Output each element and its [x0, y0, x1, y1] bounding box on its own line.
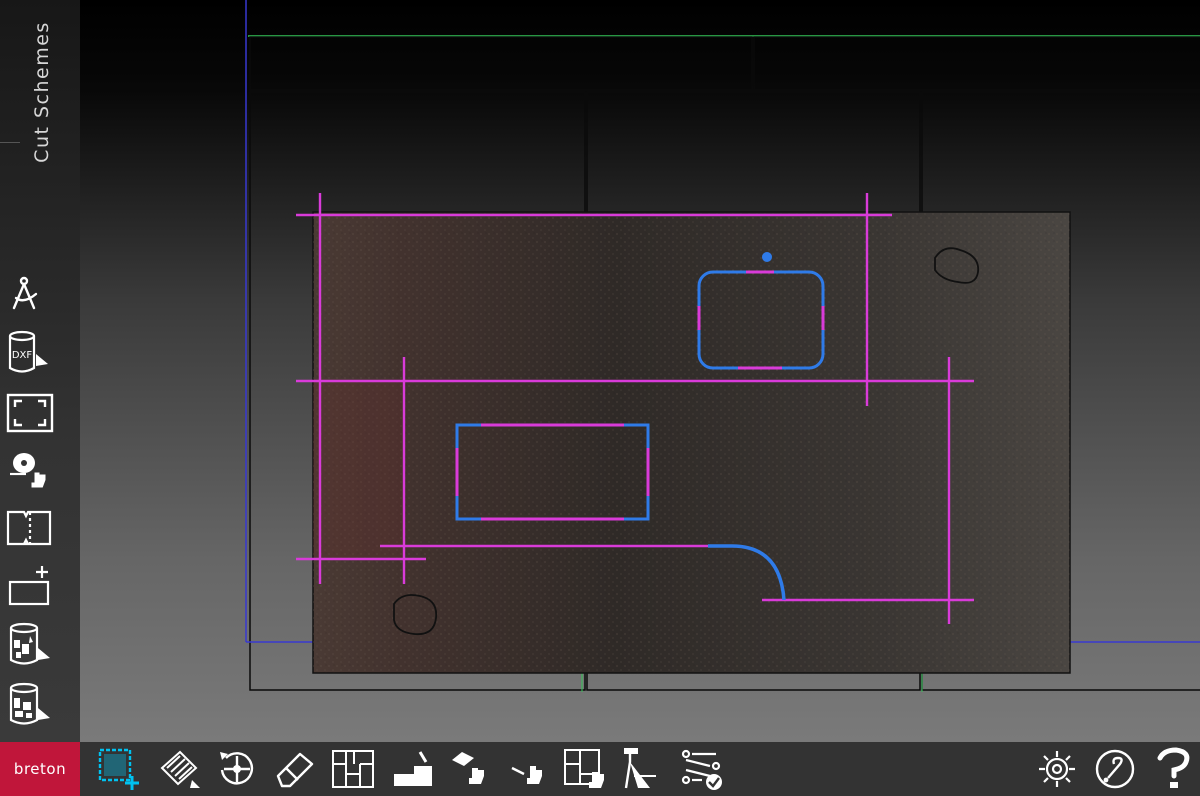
help-icon [1095, 749, 1135, 789]
svg-text:DXF: DXF [12, 350, 33, 361]
cut-scheme-canvas[interactable] [80, 0, 1200, 742]
layout-hand-icon [564, 749, 604, 788]
cut-slab-button[interactable] [4, 504, 56, 554]
tool-profile-icon [394, 751, 432, 786]
pieces-bin-2-button[interactable] [4, 680, 56, 730]
manual-button[interactable] [1150, 746, 1196, 792]
frame-select-button[interactable] [4, 388, 56, 438]
import-dxf-button[interactable]: DXF [4, 328, 56, 378]
bottom-toolbar: breton [0, 742, 1200, 796]
slab-edit-button[interactable] [156, 746, 202, 792]
frame-corners-icon [6, 393, 54, 433]
compass-tool-button[interactable] [4, 268, 56, 318]
eraser-button[interactable] [272, 746, 318, 792]
nesting-button[interactable] [330, 746, 376, 792]
point-select-button[interactable] [506, 746, 552, 792]
pointer-hand-icon [511, 766, 542, 784]
slab-cut-icon [6, 510, 52, 546]
add-rectangle-icon [8, 566, 50, 606]
move-piece-button[interactable] [448, 746, 494, 792]
dxf-file-icon: DXF [8, 330, 48, 373]
slab-edit-icon [160, 750, 200, 788]
pieces-bin-icon [9, 622, 50, 665]
cut-schemes-tab-label: Cut Schemes [31, 21, 53, 163]
pieces-bin-1-button[interactable] [4, 620, 56, 670]
pieces-bin-icon [9, 682, 50, 725]
help-button[interactable] [1092, 746, 1138, 792]
sidebar-divider [0, 142, 20, 143]
faucet-hole[interactable] [762, 252, 772, 262]
disc-select-button[interactable] [4, 446, 56, 496]
compass-icon [12, 276, 38, 310]
path-check-button[interactable] [680, 746, 726, 792]
brand-name: breton [13, 760, 67, 778]
rotate-icon [220, 752, 254, 785]
move-hand-icon [452, 752, 484, 784]
add-rectangle-button[interactable] [4, 562, 56, 612]
nesting-icon [332, 750, 374, 788]
settings-button[interactable] [1034, 746, 1080, 792]
layout-select-button[interactable] [562, 746, 608, 792]
path-check-icon [681, 749, 722, 790]
select-add-icon [98, 748, 139, 790]
spray-tool-button[interactable] [620, 746, 666, 792]
saw-disc-hand-icon [10, 453, 47, 489]
spray-icon [624, 748, 656, 789]
cut-schemes-tab[interactable]: Cut Schemes [2, 0, 78, 182]
cutting-workspace[interactable] [80, 0, 1200, 742]
rotate-piece-button[interactable] [214, 746, 260, 792]
question-icon [1157, 747, 1190, 788]
new-selection-button[interactable] [96, 746, 142, 792]
eraser-icon [276, 752, 314, 788]
left-sidebar: Cut Schemes DXF [0, 0, 81, 742]
gear-icon [1039, 751, 1075, 787]
breton-logo: breton [0, 742, 80, 796]
tool-profile-button[interactable] [390, 746, 436, 792]
